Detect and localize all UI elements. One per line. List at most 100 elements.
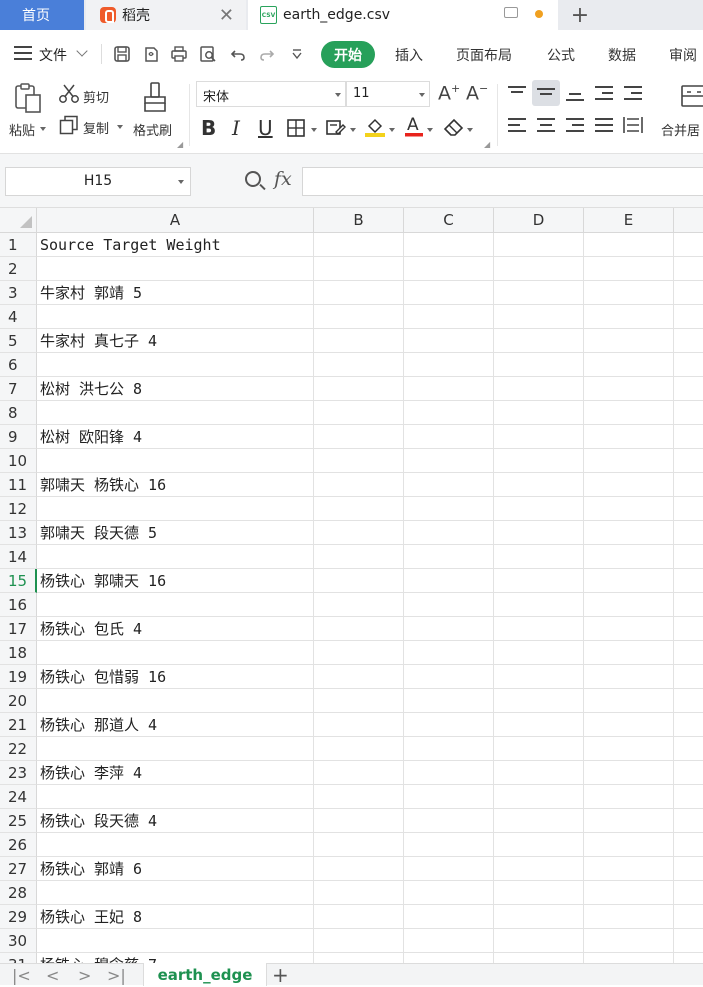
cell-e[interactable] xyxy=(584,305,674,329)
cell-e[interactable] xyxy=(584,689,674,713)
cell-c[interactable] xyxy=(404,737,494,761)
scissors-icon[interactable] xyxy=(58,84,80,108)
cell-c[interactable] xyxy=(404,593,494,617)
chevron-down-icon[interactable] xyxy=(311,128,317,132)
row-header[interactable]: 4 xyxy=(0,305,37,329)
cell-b[interactable] xyxy=(314,497,404,521)
cell-a[interactable] xyxy=(37,545,314,569)
cell-d[interactable] xyxy=(494,233,584,257)
cell-e[interactable] xyxy=(584,713,674,737)
cell-a[interactable]: 杨铁心 包氏 4 xyxy=(37,617,314,641)
cell-b[interactable] xyxy=(314,809,404,833)
cell-f[interactable] xyxy=(674,641,703,665)
file-menu[interactable]: 文件 xyxy=(39,45,67,65)
font-color-icon[interactable]: A xyxy=(404,114,424,142)
cell-a[interactable]: 松树 洪七公 8 xyxy=(37,377,314,401)
tab-data[interactable]: 数据 xyxy=(608,45,636,65)
tab-daoke[interactable]: 稻壳 ✕ xyxy=(86,0,246,30)
row-header[interactable]: 20 xyxy=(0,689,37,713)
cell-d[interactable] xyxy=(494,281,584,305)
cell-b[interactable] xyxy=(314,545,404,569)
cell-d[interactable] xyxy=(494,857,584,881)
cell-c[interactable] xyxy=(404,953,494,963)
cell-a[interactable]: 杨铁心 王妃 8 xyxy=(37,905,314,929)
align-top-icon[interactable] xyxy=(508,86,526,100)
cell-e[interactable] xyxy=(584,233,674,257)
cell-d[interactable] xyxy=(494,449,584,473)
cell-e[interactable] xyxy=(584,881,674,905)
cell-d[interactable] xyxy=(494,353,584,377)
cell-a[interactable] xyxy=(37,353,314,377)
row-header[interactable]: 2 xyxy=(0,257,37,281)
cell-f[interactable] xyxy=(674,665,703,689)
cell-f[interactable] xyxy=(674,857,703,881)
cell-a[interactable]: 牛家村 郭靖 5 xyxy=(37,281,314,305)
cell-e[interactable] xyxy=(584,665,674,689)
tab-file[interactable]: CSV earth_edge.csv xyxy=(248,0,558,30)
cell-c[interactable] xyxy=(404,689,494,713)
cell-b[interactable] xyxy=(314,353,404,377)
next-sheet-icon[interactable]: > xyxy=(78,966,91,985)
close-icon[interactable]: ✕ xyxy=(219,5,234,26)
prev-sheet-icon[interactable]: < xyxy=(46,966,59,985)
cell-c[interactable] xyxy=(404,713,494,737)
cell-d[interactable] xyxy=(494,425,584,449)
cell-f[interactable] xyxy=(674,329,703,353)
align-left-icon[interactable] xyxy=(508,118,526,132)
row-header[interactable]: 16 xyxy=(0,593,37,617)
cell-a[interactable] xyxy=(37,929,314,953)
cell-c[interactable] xyxy=(404,641,494,665)
cell-f[interactable] xyxy=(674,305,703,329)
distributed-align-icon[interactable] xyxy=(622,115,644,139)
save-icon[interactable] xyxy=(112,44,132,64)
cell-a[interactable] xyxy=(37,401,314,425)
increase-font-size-icon[interactable]: A+ xyxy=(438,82,460,104)
row-header[interactable]: 12 xyxy=(0,497,37,521)
cell-f[interactable] xyxy=(674,833,703,857)
cell-a[interactable]: 杨铁心 郭啸天 16 xyxy=(37,569,314,593)
cell-f[interactable] xyxy=(674,569,703,593)
row-header[interactable]: 22 xyxy=(0,737,37,761)
cell-a[interactable] xyxy=(37,257,314,281)
cell-a[interactable] xyxy=(37,449,314,473)
cell-f[interactable] xyxy=(674,617,703,641)
row-header[interactable]: 30 xyxy=(0,929,37,953)
print-icon[interactable] xyxy=(169,44,189,64)
tab-formulas[interactable]: 公式 xyxy=(547,45,575,65)
tab-page-layout[interactable]: 页面布局 xyxy=(456,45,512,65)
last-sheet-icon[interactable]: >| xyxy=(107,966,126,985)
cell-b[interactable] xyxy=(314,761,404,785)
first-sheet-icon[interactable]: |< xyxy=(12,966,31,985)
bold-icon[interactable]: B xyxy=(201,116,216,140)
row-header[interactable]: 6 xyxy=(0,353,37,377)
export-pdf-icon[interactable] xyxy=(141,44,161,64)
cell-e[interactable] xyxy=(584,257,674,281)
cell-e[interactable] xyxy=(584,593,674,617)
expand-group-icon[interactable]: ◢ xyxy=(177,140,183,149)
align-center-icon[interactable] xyxy=(537,118,555,132)
cell-e[interactable] xyxy=(584,641,674,665)
cell-e[interactable] xyxy=(584,473,674,497)
cell-a[interactable] xyxy=(37,881,314,905)
chevron-down-icon[interactable] xyxy=(76,45,88,57)
cell-c[interactable] xyxy=(404,857,494,881)
cell-a[interactable] xyxy=(37,305,314,329)
format-painter-icon[interactable] xyxy=(142,81,168,117)
cell-d[interactable] xyxy=(494,497,584,521)
row-header[interactable]: 18 xyxy=(0,641,37,665)
cell-f[interactable] xyxy=(674,809,703,833)
merge-cells-icon[interactable] xyxy=(681,84,703,112)
cell-f[interactable] xyxy=(674,545,703,569)
cell-d[interactable] xyxy=(494,641,584,665)
cell-style-icon[interactable] xyxy=(325,118,347,142)
cell-c[interactable] xyxy=(404,377,494,401)
cell-d[interactable] xyxy=(494,761,584,785)
cell-c[interactable] xyxy=(404,665,494,689)
row-header[interactable]: 14 xyxy=(0,545,37,569)
cell-b[interactable] xyxy=(314,473,404,497)
row-header[interactable]: 27 xyxy=(0,857,37,881)
row-header[interactable]: 8 xyxy=(0,401,37,425)
cell-d[interactable] xyxy=(494,809,584,833)
row-header[interactable]: 15 xyxy=(0,569,37,593)
cell-d[interactable] xyxy=(494,929,584,953)
